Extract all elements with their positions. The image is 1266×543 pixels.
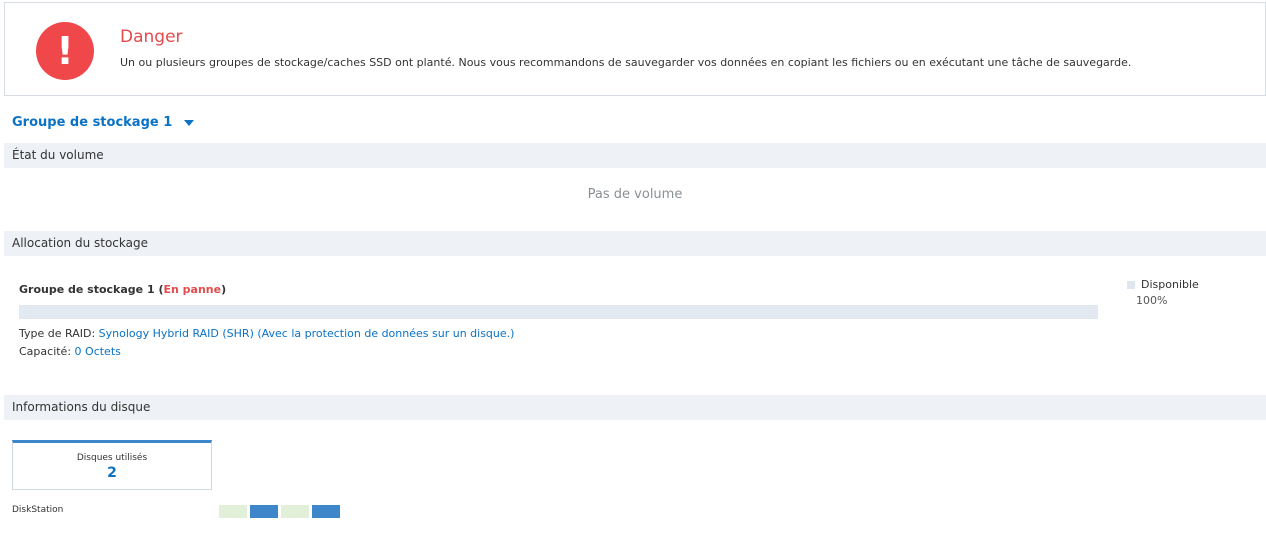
disk-slot-3[interactable] — [281, 505, 309, 518]
storage-allocation-header: Allocation du stockage — [4, 231, 1266, 256]
volume-status-header: État du volume — [4, 143, 1266, 168]
pool-status: En panne — [163, 283, 222, 296]
disks-used-card[interactable]: Disques utilisés 2 — [12, 440, 212, 490]
legend-percent: 100% — [1136, 294, 1168, 307]
raid-type-value: Synology Hybrid RAID (SHR) (Avec la prot… — [98, 327, 515, 340]
allocation-legend: Disponible 100% — [1127, 278, 1199, 307]
caret-down-icon — [184, 119, 195, 126]
danger-alert: ! Danger Un ou plusieurs groupes de stoc… — [4, 2, 1266, 96]
disk-slot-1[interactable] — [219, 505, 247, 518]
alert-message: Un ou plusieurs groupes de stockage/cach… — [120, 56, 1132, 69]
raid-type-line: Type de RAID: Synology Hybrid RAID (SHR)… — [19, 327, 514, 340]
storage-usage-bar — [19, 305, 1098, 319]
disk-slot-4[interactable] — [312, 505, 340, 518]
disk-info-header: Informations du disque — [4, 395, 1266, 420]
capacity-value: 0 Octets — [74, 345, 121, 358]
no-volume-text: Pas de volume — [587, 187, 683, 202]
capacity-label: Capacité: — [19, 345, 72, 358]
disks-used-count: 2 — [107, 465, 117, 481]
capacity-line: Capacité: 0 Octets — [19, 345, 121, 358]
legend-label: Disponible — [1141, 278, 1199, 291]
disk-slot-2[interactable] — [250, 505, 278, 518]
pool-name-text: Groupe de stockage 1 — [19, 283, 155, 296]
available-swatch — [1127, 281, 1135, 289]
exclamation-icon: ! — [36, 22, 94, 80]
pool-name: Groupe de stockage 1 (En panne) — [19, 283, 227, 296]
pool-selector-label: Groupe de stockage 1 — [12, 115, 173, 130]
raid-type-label: Type de RAID: — [19, 327, 96, 340]
diskstation-label: DiskStation — [12, 505, 64, 515]
alert-title: Danger — [120, 27, 183, 47]
disk-slots — [219, 505, 340, 518]
storage-pool-selector[interactable]: Groupe de stockage 1 — [12, 115, 195, 130]
disks-used-label: Disques utilisés — [76, 453, 148, 463]
